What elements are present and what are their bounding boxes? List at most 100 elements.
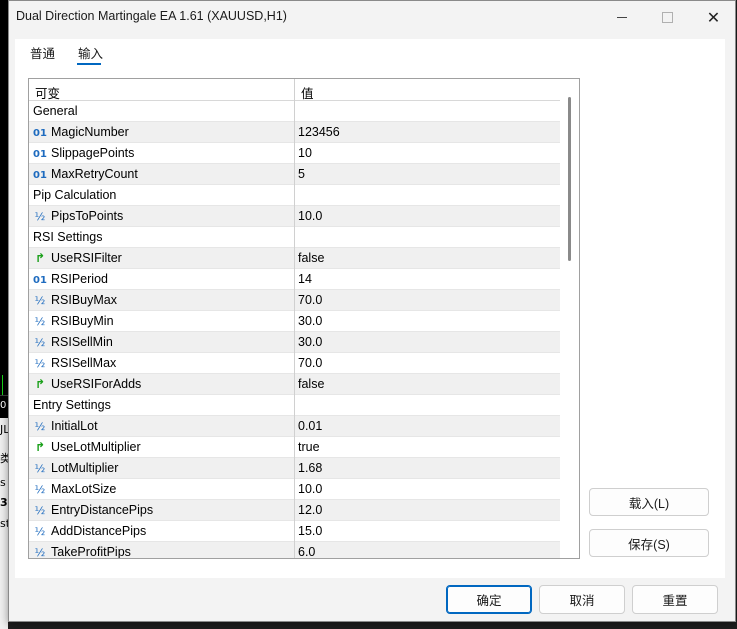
inputs-table[interactable]: 可变 值 General 01 MagicNumber 123456 01 Slippag… — [28, 78, 580, 559]
value-cell[interactable]: 30.0 — [298, 314, 322, 328]
value-cell[interactable]: 70.0 — [298, 293, 322, 307]
variable-name: RSIBuyMin — [51, 314, 114, 328]
value-cell[interactable]: 1.68 — [298, 461, 322, 475]
maximize-button[interactable] — [645, 1, 690, 33]
vertical-scrollbar[interactable] — [560, 79, 579, 558]
table-row[interactable]: ½ MaxLotSize 10.0 — [29, 479, 560, 500]
tab-bar: 普通 输入 — [15, 39, 725, 67]
double-type-icon: ½ — [34, 504, 46, 517]
value-cell[interactable]: 15.0 — [298, 524, 322, 538]
variable-name: UseRSIForAdds — [51, 377, 142, 391]
cell-divider — [294, 395, 295, 416]
group-row[interactable]: General — [29, 101, 560, 122]
integer-type-icon: 01 — [33, 128, 47, 139]
ok-button[interactable]: 确定 — [446, 585, 532, 614]
reset-button[interactable]: 重置 — [632, 585, 718, 614]
double-type-icon: ½ — [34, 420, 46, 433]
scrollbar-thumb[interactable] — [568, 97, 571, 261]
window-title: Dual Direction Martingale EA 1.61 (XAUUS… — [16, 9, 287, 23]
bool-type-icon: ↱ — [34, 440, 46, 454]
load-button[interactable]: 载入(L) — [589, 488, 709, 516]
table-row[interactable]: ½ RSISellMin 30.0 — [29, 332, 560, 353]
column-header-variable[interactable]: 可变 — [35, 83, 60, 102]
integer-type-icon: 01 — [33, 275, 47, 286]
save-button[interactable]: 保存(S) — [589, 529, 709, 557]
table-row[interactable]: ½ RSIBuyMin 30.0 — [29, 311, 560, 332]
dialog-footer — [9, 579, 735, 621]
variable-cell: ½ TakeProfitPips — [33, 545, 131, 559]
value-cell[interactable]: true — [298, 440, 320, 454]
group-row[interactable]: RSI Settings — [29, 227, 560, 248]
cell-divider — [294, 227, 295, 248]
variable-cell: ½ RSIBuyMin — [33, 314, 114, 328]
dialog-content: 普通 输入 可变 值 General 01 MagicNumber 123456 01 S… — [15, 39, 725, 578]
variable-cell: General — [33, 104, 77, 118]
variable-cell: ½ EntryDistancePips — [33, 503, 153, 517]
variable-cell: ½ LotMultiplier — [33, 461, 119, 475]
value-cell[interactable]: 12.0 — [298, 503, 322, 517]
value-cell[interactable]: 10.0 — [298, 482, 322, 496]
cell-divider — [294, 521, 295, 542]
variable-name: RSISellMax — [51, 356, 117, 370]
value-cell[interactable]: 6.0 — [298, 545, 315, 558]
value-cell[interactable]: false — [298, 251, 324, 265]
table-row[interactable]: ½ RSISellMax 70.0 — [29, 353, 560, 374]
value-cell[interactable]: 0.01 — [298, 419, 322, 433]
group-row[interactable]: Pip Calculation — [29, 185, 560, 206]
table-row[interactable]: 01 MaxRetryCount 5 — [29, 164, 560, 185]
table-body: General 01 MagicNumber 123456 01 SlippagePoin… — [29, 101, 560, 559]
cancel-button[interactable]: 取消 — [539, 585, 625, 614]
bg-fragment: s — [0, 476, 6, 489]
cell-divider — [294, 290, 295, 311]
table-row[interactable]: ½ RSIBuyMax 70.0 — [29, 290, 560, 311]
table-row[interactable]: ↱ UseRSIForAdds false — [29, 374, 560, 395]
tab-inputs[interactable]: 输入 — [78, 43, 103, 62]
value-cell[interactable]: 30.0 — [298, 335, 322, 349]
cell-divider — [294, 458, 295, 479]
value-cell[interactable]: 10 — [298, 146, 312, 160]
table-row[interactable]: ↱ UseLotMultiplier true — [29, 437, 560, 458]
value-cell[interactable]: false — [298, 377, 324, 391]
cell-divider — [294, 416, 295, 437]
variable-name: TakeProfitPips — [51, 545, 131, 559]
maximize-icon — [662, 11, 673, 23]
cell-divider — [294, 248, 295, 269]
table-row[interactable]: ½ PipsToPoints 10.0 — [29, 206, 560, 227]
value-cell[interactable]: 123456 — [298, 125, 340, 139]
table-row[interactable]: ½ EntryDistancePips 12.0 — [29, 500, 560, 521]
cell-divider — [294, 164, 295, 185]
table-row[interactable]: ½ AddDistancePips 15.0 — [29, 521, 560, 542]
value-cell[interactable]: 5 — [298, 167, 305, 181]
column-header-value[interactable]: 值 — [301, 83, 314, 102]
value-cell[interactable]: 10.0 — [298, 209, 322, 223]
tab-general[interactable]: 普通 — [30, 43, 55, 62]
table-row[interactable]: ½ InitialLot 0.01 — [29, 416, 560, 437]
variable-cell: ½ PipsToPoints — [33, 209, 124, 223]
bg-fragment: 0 — [0, 400, 7, 411]
variable-cell: Entry Settings — [33, 398, 111, 412]
cell-divider — [294, 122, 295, 143]
table-row[interactable]: ↱ UseRSIFilter false — [29, 248, 560, 269]
table-row[interactable]: 01 MagicNumber 123456 — [29, 122, 560, 143]
close-button[interactable]: ✕ — [691, 1, 736, 33]
table-row[interactable]: 01 RSIPeriod 14 — [29, 269, 560, 290]
variable-name: RSIBuyMax — [51, 293, 117, 307]
value-cell[interactable]: 14 — [298, 272, 312, 286]
double-type-icon: ½ — [34, 315, 46, 328]
variable-name: Entry Settings — [33, 398, 111, 412]
double-type-icon: ½ — [34, 294, 46, 307]
variable-name: SlippagePoints — [51, 146, 135, 160]
group-row[interactable]: Entry Settings — [29, 395, 560, 416]
minimize-button[interactable] — [599, 1, 644, 33]
table-row[interactable]: 01 SlippagePoints 10 — [29, 143, 560, 164]
value-cell[interactable]: 70.0 — [298, 356, 322, 370]
variable-name: RSIPeriod — [51, 272, 108, 286]
cell-divider — [294, 311, 295, 332]
cell-divider — [294, 269, 295, 290]
table-row[interactable]: ½ LotMultiplier 1.68 — [29, 458, 560, 479]
variable-name: RSI Settings — [33, 230, 103, 244]
variable-cell: 01 SlippagePoints — [33, 146, 134, 160]
title-bar[interactable]: Dual Direction Martingale EA 1.61 (XAUUS… — [9, 1, 735, 33]
table-row[interactable]: ½ TakeProfitPips 6.0 — [29, 542, 560, 559]
chart-divider — [0, 395, 8, 396]
